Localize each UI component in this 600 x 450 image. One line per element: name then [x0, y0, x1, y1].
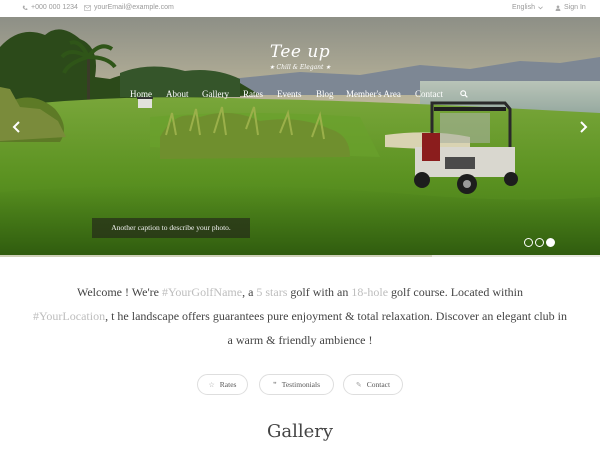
chevron-down-icon — [538, 5, 543, 9]
envelope-icon — [84, 4, 91, 11]
slider-next-arrow-icon[interactable] — [577, 121, 589, 133]
logo-tagline-text: Chill & Elegant — [276, 64, 324, 71]
slider-prev-arrow-icon[interactable] — [11, 121, 23, 133]
location-placeholder: #YourLocation — [32, 309, 106, 323]
testimonials-button-label: Testimonials — [281, 380, 320, 389]
phone-number: +000 000 1234 — [31, 4, 78, 11]
nav-item-blog[interactable]: Blog — [316, 89, 334, 99]
sign-in-label: Sign In — [564, 4, 586, 11]
language-selector[interactable]: English — [512, 4, 543, 11]
gallery-heading: Gallery — [266, 421, 334, 442]
holes-count: 18-hole — [351, 285, 389, 299]
welcome-segment: , a — [242, 285, 257, 299]
phone-contact[interactable]: +000 000 1234 — [22, 4, 78, 11]
nav-item-rates[interactable]: Rates — [243, 89, 263, 99]
nav-item-members-area[interactable]: Member's Area — [346, 89, 401, 99]
slide-progress-fill — [0, 255, 432, 257]
user-icon — [555, 4, 561, 11]
main-nav: Home About Gallery Rates Events Blog Mem… — [0, 89, 600, 103]
nav-item-gallery[interactable]: Gallery — [202, 89, 229, 99]
slide-caption: Another caption to describe your photo. — [92, 218, 250, 238]
nav-item-about[interactable]: About — [166, 89, 189, 99]
quote-icon: ❞ — [272, 380, 277, 389]
welcome-text: Welcome ! We're #YourGolfName, a 5 stars… — [30, 280, 570, 352]
search-icon[interactable] — [460, 90, 468, 98]
golf-name-placeholder: #YourGolfName — [161, 285, 243, 299]
welcome-segment: golf course. Located within — [388, 285, 524, 299]
site-logo[interactable]: Tee up ★ Chill & Elegant ★ — [0, 42, 600, 71]
nav-item-events[interactable]: Events — [277, 89, 302, 99]
pen-icon: ✎ — [355, 380, 362, 389]
star-icon: ★ — [269, 64, 277, 71]
star-icon: ★ — [323, 64, 331, 71]
rates-button[interactable]: ☆ Rates — [197, 374, 248, 395]
welcome-segment: golf with an — [287, 285, 352, 299]
stars-rating: 5 stars — [256, 285, 288, 299]
logo-tagline: ★ Chill & Elegant ★ — [0, 64, 600, 71]
slider-dot[interactable] — [535, 238, 544, 247]
slider-dot-active[interactable] — [546, 238, 555, 247]
welcome-segment: , t he landscape offers guarantees pure … — [105, 309, 568, 347]
phone-icon — [22, 5, 28, 10]
hero-slider: Tee up ★ Chill & Elegant ★ Home About Ga… — [0, 17, 600, 257]
nav-item-contact[interactable]: Contact — [415, 89, 443, 99]
logo-name: Tee up — [269, 42, 331, 62]
quick-links: ☆ Rates ❞ Testimonials ✎ Contact — [0, 374, 600, 396]
language-label: English — [512, 4, 535, 11]
star-icon: ☆ — [208, 380, 215, 389]
email-contact[interactable]: yourEmail@example.com — [84, 4, 174, 11]
email-address: yourEmail@example.com — [94, 4, 174, 11]
slide-progress-bar — [0, 255, 600, 257]
sign-in-link[interactable]: Sign In — [555, 4, 586, 11]
top-bar: +000 000 1234 yourEmail@example.com Engl… — [0, 0, 600, 17]
testimonials-button[interactable]: ❞ Testimonials — [259, 374, 334, 395]
slider-pagination — [524, 238, 555, 247]
nav-item-home[interactable]: Home — [130, 89, 152, 99]
slider-dot[interactable] — [524, 238, 533, 247]
rates-button-label: Rates — [219, 380, 237, 389]
contact-button[interactable]: ✎ Contact — [343, 374, 403, 395]
welcome-segment: Welcome ! We're — [76, 285, 162, 299]
contact-button-label: Contact — [366, 380, 391, 389]
